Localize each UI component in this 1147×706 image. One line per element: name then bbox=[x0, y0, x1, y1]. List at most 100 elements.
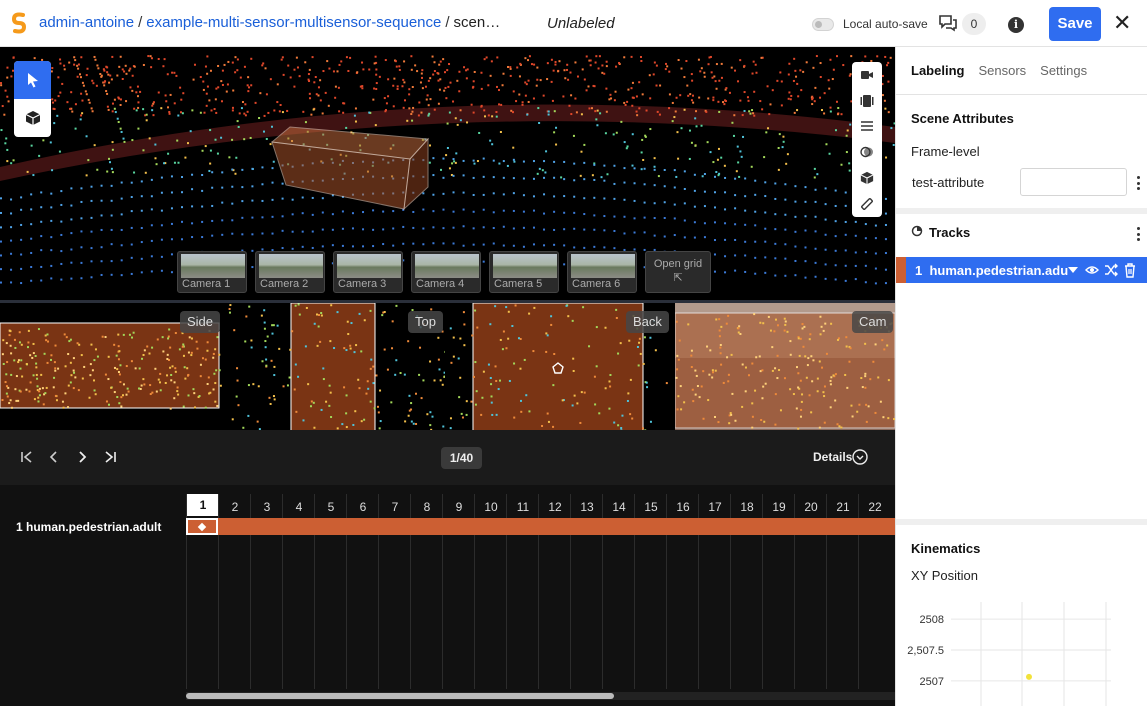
cube-button[interactable] bbox=[852, 165, 882, 191]
view-label: Side bbox=[180, 311, 221, 333]
top-view[interactable]: Top bbox=[225, 303, 445, 433]
tab-settings[interactable]: Settings bbox=[1040, 63, 1087, 78]
cuboid-icon bbox=[25, 111, 40, 125]
cursor-icon bbox=[27, 73, 38, 88]
measure-button[interactable] bbox=[852, 191, 882, 217]
camera-thumbnail[interactable]: Camera 6 bbox=[567, 251, 637, 293]
shuffle-icon[interactable] bbox=[1104, 262, 1118, 278]
frame-number: 4 bbox=[295, 500, 303, 514]
cuboid-tool[interactable] bbox=[14, 99, 51, 137]
breadcrumb: admin-antoine / example-multi-sensor-multi… bbox=[39, 14, 500, 31]
frame-number: 12 bbox=[548, 500, 562, 514]
list-button[interactable] bbox=[852, 114, 882, 140]
back-view[interactable]: Back bbox=[449, 303, 671, 433]
cube-icon bbox=[860, 171, 874, 185]
tab-sensors[interactable]: Sensors bbox=[978, 63, 1026, 78]
frame-level-label: Frame-level bbox=[911, 144, 980, 159]
camera-preview bbox=[493, 254, 557, 278]
right-panel: Labeling Sensors Settings Scene Attribut… bbox=[895, 47, 1147, 706]
select-tool[interactable] bbox=[14, 61, 51, 99]
y-tick-label: 2507 bbox=[920, 676, 944, 688]
camera-thumbnail[interactable]: Camera 4 bbox=[411, 251, 481, 293]
info-icon[interactable]: i bbox=[1008, 17, 1024, 33]
autosave-toggle[interactable] bbox=[812, 18, 834, 31]
camera-label: Camera 6 bbox=[572, 278, 621, 290]
tracks-menu-icon[interactable] bbox=[1136, 227, 1140, 241]
track-bar[interactable] bbox=[186, 518, 895, 535]
top-bar: admin-antoine / example-multi-sensor-multi… bbox=[0, 0, 1147, 47]
camera-thumbnail[interactable]: Camera 3 bbox=[333, 251, 403, 293]
view-label: Cam bbox=[852, 311, 894, 333]
frame-number: 18 bbox=[740, 500, 754, 514]
cuboid-annotation[interactable] bbox=[270, 126, 430, 211]
last-frame-icon[interactable] bbox=[103, 450, 117, 464]
frame-number: 14 bbox=[612, 500, 626, 514]
breadcrumb-sample: scen… bbox=[453, 14, 501, 31]
layers-button[interactable] bbox=[852, 88, 882, 114]
point-cloud-viewer[interactable]: Camera 1 Camera 2 Camera 3 Camera 4 Came… bbox=[0, 47, 895, 300]
frame-number: 20 bbox=[804, 500, 818, 514]
trash-icon[interactable] bbox=[1123, 262, 1137, 278]
camera-icon bbox=[861, 70, 873, 79]
timeline: 1 human.pedestrian.adult 1 2 3 4 5 6 7 8 9 10 11 12… bbox=[0, 485, 895, 706]
segments-logo-icon[interactable] bbox=[10, 12, 28, 34]
details-toggle[interactable]: Details bbox=[813, 450, 852, 464]
overlap-button[interactable] bbox=[852, 139, 882, 165]
panel-tabs: Labeling Sensors Settings bbox=[911, 63, 1087, 78]
camera-thumbnail[interactable]: Camera 2 bbox=[255, 251, 325, 293]
frame-number: 5 bbox=[327, 500, 335, 514]
track-item-label: 1 human.pedestrian.adu bbox=[915, 263, 1068, 278]
attribute-input[interactable] bbox=[1020, 168, 1127, 196]
tracks-icon bbox=[911, 225, 923, 237]
autosave-label: Local auto-save bbox=[843, 17, 928, 31]
caret-down-icon[interactable] bbox=[1066, 262, 1080, 278]
open-grid-button[interactable]: Open grid ⇱ bbox=[645, 251, 711, 293]
side-view[interactable]: Side bbox=[0, 303, 222, 433]
keyframe-marker[interactable] bbox=[186, 518, 218, 535]
frame-number: 2 bbox=[231, 500, 239, 514]
xy-position-chart[interactable]: 2508 2,507.5 2507 bbox=[896, 592, 1147, 706]
data-point bbox=[1026, 673, 1032, 680]
playback-controls: 1/40 Details bbox=[0, 430, 895, 485]
track-item[interactable]: 1 human.pedestrian.adu bbox=[896, 257, 1147, 283]
first-frame-icon[interactable] bbox=[20, 450, 34, 464]
frame-number: 13 bbox=[580, 500, 594, 514]
previous-frame-icon[interactable] bbox=[47, 450, 61, 464]
camera-thumbnail[interactable]: Camera 1 bbox=[177, 251, 247, 293]
camera-thumbnail[interactable]: Camera 5 bbox=[489, 251, 559, 293]
camera-label: Camera 3 bbox=[338, 278, 387, 290]
eye-icon[interactable] bbox=[1085, 262, 1099, 278]
save-button[interactable]: Save bbox=[1049, 7, 1101, 41]
camera-view-button[interactable] bbox=[852, 62, 882, 88]
close-icon[interactable]: ✕ bbox=[1113, 12, 1131, 34]
open-grid-label: Open grid bbox=[653, 258, 703, 270]
camera-view[interactable]: Cam bbox=[675, 303, 895, 433]
frame-number: 1 bbox=[187, 494, 219, 516]
ruler-icon bbox=[861, 197, 873, 210]
breadcrumb-separator: / bbox=[138, 14, 143, 31]
breadcrumb-owner-link[interactable]: admin-antoine bbox=[39, 14, 134, 31]
camera-label: Camera 1 bbox=[182, 278, 231, 290]
divider bbox=[896, 519, 1147, 525]
timeline-track-label: 1 human.pedestrian.adult bbox=[16, 520, 162, 534]
y-tick-label: 2508 bbox=[920, 614, 944, 626]
external-link-icon: ⇱ bbox=[673, 272, 683, 284]
timeline-scrollbar-thumb[interactable] bbox=[186, 693, 614, 699]
view-label: Back bbox=[626, 311, 669, 333]
frame-number: 21 bbox=[836, 500, 850, 514]
keyframe-diamond-icon bbox=[197, 522, 207, 532]
next-frame-icon[interactable] bbox=[75, 450, 89, 464]
chevron-down-icon[interactable] bbox=[852, 449, 868, 465]
view-toolbar bbox=[852, 62, 882, 217]
breadcrumb-separator: / bbox=[445, 14, 450, 31]
kinematics-title: Kinematics bbox=[911, 541, 981, 556]
tab-labeling[interactable]: Labeling bbox=[911, 63, 964, 78]
comments-icon[interactable] bbox=[938, 14, 958, 32]
secondary-views: Side Top Back Cam bbox=[0, 300, 895, 433]
attribute-menu-icon[interactable] bbox=[1136, 176, 1140, 190]
frame-number: 6 bbox=[359, 500, 367, 514]
frame-number: 10 bbox=[484, 500, 498, 514]
camera-thumbnails: Camera 1 Camera 2 Camera 3 Camera 4 Came… bbox=[177, 251, 711, 293]
comment-count-badge: 0 bbox=[962, 13, 986, 35]
breadcrumb-dataset-link[interactable]: example-multi-sensor-multisensor-sequenc… bbox=[146, 14, 441, 31]
